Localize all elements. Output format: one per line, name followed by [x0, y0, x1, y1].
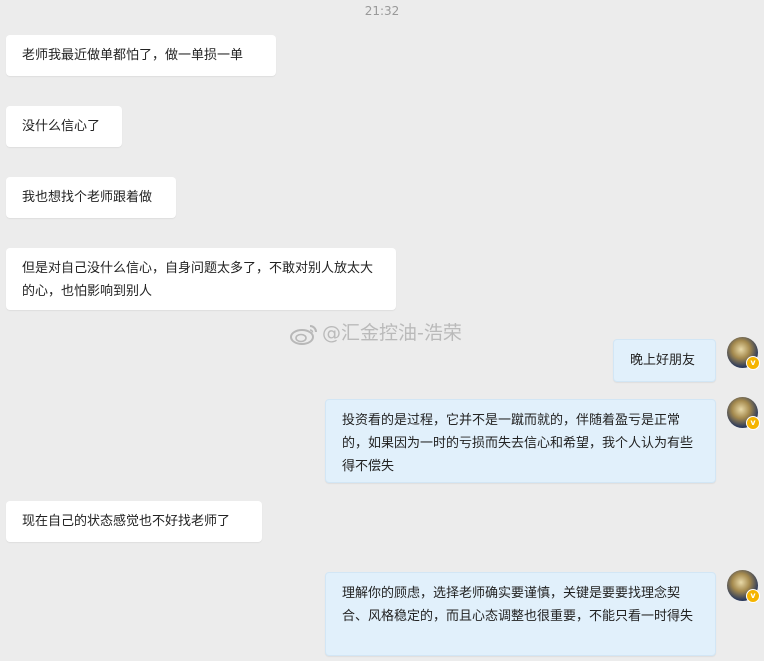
message-bubble-outgoing[interactable]: 投资看的是过程，它并不是一蹴而就的，伴随着盈亏是正常的，如果因为一时的亏损而失去… [325, 399, 716, 483]
avatar[interactable]: v [727, 397, 760, 430]
weibo-watermark: @汇金控油-浩荣 [290, 318, 462, 345]
avatar[interactable]: v [727, 570, 760, 603]
message-bubble-incoming[interactable]: 现在自己的状态感觉也不好找老师了 [6, 501, 262, 542]
v-badge-icon: v [746, 356, 760, 370]
avatar[interactable]: v [727, 337, 760, 370]
message-bubble-incoming[interactable]: 没什么信心了 [6, 106, 122, 147]
v-badge-icon: v [746, 416, 760, 430]
message-bubble-incoming[interactable]: 老师我最近做单都怕了，做一单损一单 [6, 35, 276, 76]
message-bubble-incoming[interactable]: 但是对自己没什么信心，自身问题太多了，不敢对别人放太大的心，也怕影响到别人 [6, 248, 396, 310]
watermark-text: @汇金控油-浩荣 [322, 322, 462, 344]
message-bubble-outgoing[interactable]: 晚上好朋友 [613, 339, 716, 382]
v-badge-icon: v [746, 589, 760, 603]
message-bubble-incoming[interactable]: 我也想找个老师跟着做 [6, 177, 176, 218]
weibo-logo-icon [290, 324, 317, 345]
message-bubble-outgoing[interactable]: 理解你的顾虑，选择老师确实要谨慎，关键是要要找理念契合、风格稳定的，而且心态调整… [325, 572, 716, 656]
timestamp: 21:32 [364, 4, 400, 18]
